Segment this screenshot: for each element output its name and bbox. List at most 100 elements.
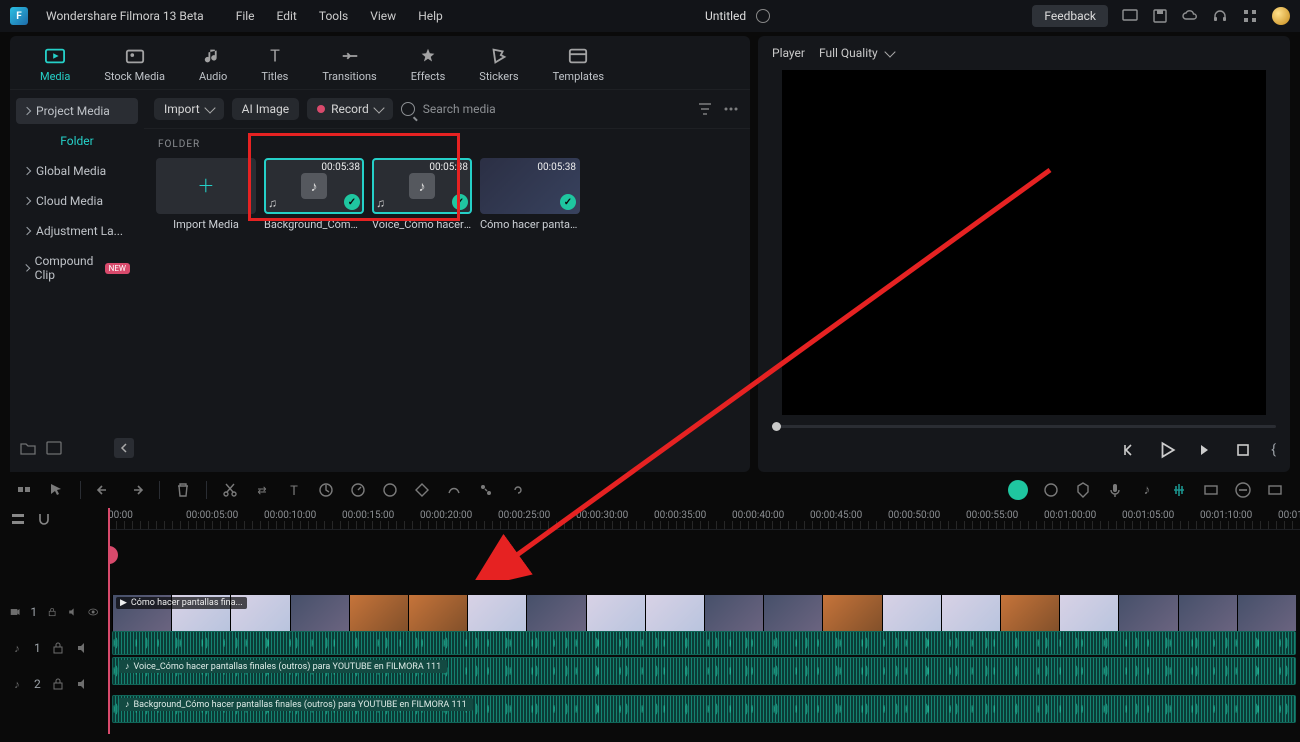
lock-icon[interactable] <box>51 677 65 691</box>
mute-icon[interactable] <box>75 641 89 655</box>
media-item-background-audio[interactable]: 00:05:38 ♪ ♫ ✓ Background_Cómo ha... <box>264 158 364 231</box>
color-icon[interactable] <box>381 481 399 499</box>
redo-icon[interactable] <box>127 481 145 499</box>
more-icon[interactable] <box>722 100 740 118</box>
play-button[interactable] <box>1157 440 1177 460</box>
quality-dropdown[interactable]: Full Quality <box>819 46 894 60</box>
headphones-icon[interactable] <box>1212 8 1228 24</box>
display-icon[interactable] <box>1122 8 1138 24</box>
mask-icon[interactable] <box>445 481 463 499</box>
svg-text:T: T <box>270 46 280 65</box>
tab-stock-media[interactable]: Stock Media <box>98 44 171 85</box>
timeline-tracks[interactable]: 00:0000:00:05:0000:00:10:0000:00:15:0000… <box>108 508 1300 734</box>
audio-stretch-icon[interactable] <box>1170 481 1188 499</box>
menu-view[interactable]: View <box>370 9 396 23</box>
audio-track-2[interactable]: ♪Background_Cómo hacer pantallas finales… <box>108 695 1300 723</box>
ai-image-button[interactable]: AI Image <box>232 98 299 120</box>
voiceover-icon[interactable] <box>1106 481 1124 499</box>
ai-copilot-icon[interactable] <box>1008 480 1028 500</box>
menu-file[interactable]: File <box>236 9 255 23</box>
lock-icon[interactable] <box>47 605 57 619</box>
effects-icon <box>417 46 439 66</box>
track-options-icon[interactable] <box>10 511 26 527</box>
save-icon[interactable] <box>1152 8 1168 24</box>
sidebar-compound-clip[interactable]: Compound ClipNEW <box>16 248 138 288</box>
sidebar-global-media[interactable]: Global Media <box>16 158 138 184</box>
adjust-icon[interactable] <box>477 481 495 499</box>
tab-audio[interactable]: Audio <box>193 44 233 85</box>
audio-clip-voice[interactable]: ♪Voice_Cómo hacer pantallas finales (out… <box>112 657 1296 685</box>
record-dropdown[interactable]: Record <box>307 98 393 120</box>
feedback-button[interactable]: Feedback <box>1032 5 1108 27</box>
delete-icon[interactable] <box>174 481 192 499</box>
mute-icon[interactable] <box>67 605 77 619</box>
magnet-icon[interactable] <box>36 511 52 527</box>
marker-menu-icon[interactable] <box>1042 481 1060 499</box>
new-folder-icon[interactable] <box>20 441 36 455</box>
crop-icon[interactable] <box>317 481 335 499</box>
cloud-icon[interactable] <box>1182 8 1198 24</box>
tab-media[interactable]: Media <box>34 44 76 85</box>
timeline-ruler[interactable]: 00:0000:00:05:0000:00:10:0000:00:15:0000… <box>108 508 1300 530</box>
pointer-tool-icon[interactable] <box>48 481 66 499</box>
sidebar-cloud-media[interactable]: Cloud Media <box>16 188 138 214</box>
apps-icon[interactable] <box>1242 8 1258 24</box>
speed-icon[interactable]: ⇄ <box>253 481 271 499</box>
tab-transitions[interactable]: Transitions <box>316 44 382 85</box>
link-icon[interactable] <box>509 481 527 499</box>
marker-icon[interactable] <box>1074 481 1092 499</box>
audio-clip-background[interactable]: ♪Background_Cómo hacer pantallas finales… <box>112 695 1296 723</box>
import-media-tile[interactable]: + Import Media <box>156 158 256 231</box>
audio-mixer-icon[interactable]: ♪ <box>1138 481 1156 499</box>
undo-icon[interactable] <box>95 481 113 499</box>
tab-effects[interactable]: Effects <box>405 44 452 85</box>
filter-icon[interactable] <box>696 100 714 118</box>
sidebar-folder[interactable]: Folder <box>16 128 138 154</box>
folder-heading: FOLDER <box>144 129 750 154</box>
audio-track-2-header[interactable]: ♪ 2 <box>0 666 108 702</box>
menu-tools[interactable]: Tools <box>319 9 348 23</box>
collapse-sidebar-button[interactable] <box>114 438 134 458</box>
tab-effects-label: Effects <box>411 70 446 83</box>
cut-icon[interactable] <box>221 481 239 499</box>
project-title: Untitled <box>705 9 746 23</box>
lock-icon[interactable] <box>51 641 65 655</box>
video-track-header[interactable]: 1 <box>0 594 108 630</box>
select-tool-icon[interactable] <box>16 481 34 499</box>
media-item-video[interactable]: 00:05:38 ✓ Cómo hacer pantallas ... <box>480 158 580 231</box>
new-bin-icon[interactable] <box>46 441 62 455</box>
text-tool-icon[interactable]: T <box>285 481 303 499</box>
video-clip[interactable]: ▶ Cómo hacer pantallas fina... <box>112 595 1296 631</box>
zoom-out-icon[interactable] <box>1234 481 1252 499</box>
tab-titles[interactable]: T Titles <box>255 44 294 85</box>
playhead[interactable] <box>108 508 110 734</box>
tab-templates[interactable]: Templates <box>547 44 610 85</box>
prev-frame-button[interactable] <box>1119 440 1139 460</box>
mute-icon[interactable] <box>75 677 89 691</box>
render-icon[interactable] <box>1202 481 1220 499</box>
snapshot-button[interactable]: { <box>1271 442 1276 458</box>
stop-button[interactable] <box>1233 440 1253 460</box>
preview-canvas[interactable] <box>782 70 1266 415</box>
zoom-fit-icon[interactable] <box>1266 481 1284 499</box>
sidebar-adjustment-layer[interactable]: Adjustment La... <box>16 218 138 244</box>
keyframe-icon[interactable] <box>413 481 431 499</box>
tab-stickers[interactable]: Stickers <box>473 44 524 85</box>
import-dropdown[interactable]: Import <box>154 98 224 120</box>
sidebar-project-media[interactable]: Project Media <box>16 98 138 124</box>
user-avatar[interactable] <box>1272 7 1290 25</box>
preview-scrubber[interactable] <box>772 425 1276 428</box>
menu-help[interactable]: Help <box>418 9 443 23</box>
video-clip-audio[interactable] <box>112 631 1296 655</box>
menu-edit[interactable]: Edit <box>277 9 297 23</box>
video-track[interactable]: ▶ Cómo hacer pantallas fina... <box>108 595 1300 631</box>
media-item-voice-audio[interactable]: 00:05:38 ♪ ♫ ✓ Voice_Cómo hacer pa... <box>372 158 472 231</box>
scrubber-handle[interactable] <box>772 422 781 431</box>
audio-track-1-header[interactable]: ♪ 1 <box>0 630 108 666</box>
autosave-icon[interactable] <box>756 9 770 23</box>
next-frame-button[interactable] <box>1195 440 1215 460</box>
speed-ramp-icon[interactable] <box>349 481 367 499</box>
search-input[interactable]: Search media <box>401 102 688 116</box>
audio-track-1[interactable]: ♪Voice_Cómo hacer pantallas finales (out… <box>108 657 1300 685</box>
eye-icon[interactable] <box>88 605 98 619</box>
